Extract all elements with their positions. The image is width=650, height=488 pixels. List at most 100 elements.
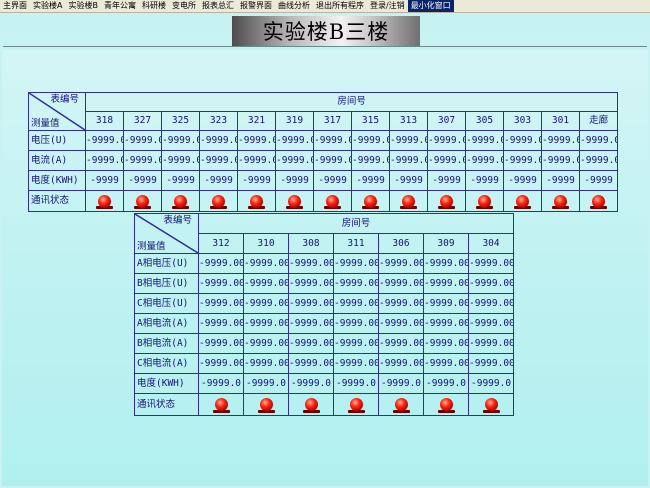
reading-cell: -9999 [313,170,352,191]
status-cell [351,190,390,212]
table-row: 电压(U)-9999.00-9999.00-9999.00-9999.00-99… [28,130,619,151]
reading-cell: -9999.00 [423,353,469,374]
reading-cell: -9999.00 [198,353,244,374]
reading-cell: -9999.00 [467,253,515,274]
reading-cell: -9999.0 [423,373,469,394]
status-cell [423,393,469,416]
row-label: C相电流(A) [134,353,199,374]
reading-cell: -9999.00 [243,333,289,354]
menu-item[interactable]: 变电所 [169,0,199,12]
reading-cell: -9999.00 [199,130,238,151]
table-row: 电流(A)-9999.00-9999.00-9999.00-9999.00-99… [28,150,619,171]
reading-cell: -9999.00 [198,313,244,334]
alarm-lamp-icon [212,194,225,208]
reading-cell: -9999.0 [467,373,515,394]
row-label: 电压(U) [28,130,86,151]
reading-cell: -9999.00 [378,313,424,334]
reading-cell: -9999 [351,170,390,191]
alarm-lamp-icon [98,194,111,208]
room-number: 321 [237,111,276,131]
reading-cell: -9999.00 [578,150,619,171]
reading-cell: -9999.00 [288,353,334,374]
room-number: 308 [288,233,334,254]
menu-item[interactable]: 实验楼A [30,0,65,12]
row-label: A相电流(A) [134,313,199,334]
reading-cell: -9999.00 [243,353,289,374]
menu-item[interactable]: 主界面 [0,0,30,12]
room-number: 317 [313,111,352,131]
alarm-lamp-icon [592,194,606,208]
reading-cell: -9999.00 [423,313,469,334]
reading-cell: -9999.00 [198,293,244,314]
menu-item[interactable]: 实验楼B [65,0,101,12]
room-number: 304 [467,233,515,254]
reading-cell: -9999.00 [389,150,428,171]
reading-cell: -9999.00 [465,150,504,171]
measurement-label: 测量值 [31,117,60,129]
reading-cell: -9999.00 [123,130,162,151]
reading-cell: -9999.00 [503,150,542,171]
reading-cell: -9999.0 [333,373,379,394]
menu-item[interactable]: 最小化窗口 [407,0,454,12]
room-number: 307 [427,111,466,131]
alarm-lamp-icon [394,398,408,412]
room-number: 301 [541,111,580,131]
room-number: 315 [351,111,390,131]
reading-cell: -9999.00 [288,333,334,354]
row-label: 电度(KWH) [134,373,199,394]
reading-cell: -9999.00 [423,333,469,354]
reading-cell: -9999.00 [467,293,515,314]
menu-bar: 主界面 实验楼A 实验楼B 青年公寓 科研楼 变电所 报表总汇 报警界面 曲线分析 退出所有程序登… [0,0,650,13]
title-divider [3,46,647,47]
alarm-lamp-icon [136,194,149,208]
reading-cell: -9999.00 [467,333,515,354]
table-row: 电度(KWH) -9999.0 -9999.0 -9999.0 -9999.0 -9999… [134,373,515,394]
reading-cell: -9999.00 [427,130,466,151]
table-row: 电度(KWH) -9999 -9999 -9999 -9999 -9999 -9999 -99… [28,170,619,191]
menu-item[interactable]: 报警界面 [237,0,275,12]
menu-item[interactable]: 青年公寓 [101,0,139,12]
row-label: A相电压(U) [134,253,199,274]
reading-cell: -9999.00 [378,293,424,314]
reading-cell: -9999.00 [275,150,314,171]
meter-id-label: 表编号 [163,215,192,226]
reading-cell: -9999.00 [288,273,334,294]
reading-cell: -9999.00 [313,150,352,171]
room-number: 319 [275,111,314,131]
status-cell [237,190,276,212]
reading-cell: -9999.00 [351,150,390,171]
status-cell [161,190,200,212]
menu-item[interactable]: 科研楼 [139,0,169,12]
menu-item[interactable]: 退出所有程序 [313,0,367,12]
table-row: B相电流(A) -9999.00 -9999.00 -9999.00 -9999.00-… [134,333,515,354]
reading-cell: -9999.00 [313,130,352,151]
reading-cell: -9999 [427,170,466,191]
reading-cell: -9999 [123,170,162,191]
reading-cell: -9999.00 [467,353,515,374]
reading-cell: -9999.00 [288,253,334,274]
alarm-lamp-icon [214,398,228,412]
room-number: 306 [378,233,424,254]
menu-item[interactable]: 登录/注销 [367,0,408,12]
status-row: 通讯状态 [28,190,619,212]
reading-cell: -9999.00 [503,130,542,151]
room-number: 327 [123,111,162,131]
room-number: 323 [199,111,238,131]
status-cell [198,393,244,416]
reading-cell: -9999.00 [198,253,244,274]
status-cell [288,393,334,416]
status-cell [123,190,162,212]
reading-cell: -9999.00 [427,150,466,171]
menu-item[interactable]: 曲线分析 [275,0,313,12]
reading-cell: -9999.0 [378,373,424,394]
reading-cell: -9999 [161,170,200,191]
reading-cell: -9999.00 [237,150,276,171]
menu-item[interactable]: 报表总汇 [199,0,237,12]
room-header: 房间号 [197,213,515,234]
status-cell [333,393,379,416]
reading-cell: -9999.00 [467,313,515,334]
alarm-lamp-icon [484,398,498,412]
room-header: 房间号 [84,92,619,112]
reading-cell: -9999.00 [288,313,334,334]
reading-cell: -9999.00 [275,130,314,151]
